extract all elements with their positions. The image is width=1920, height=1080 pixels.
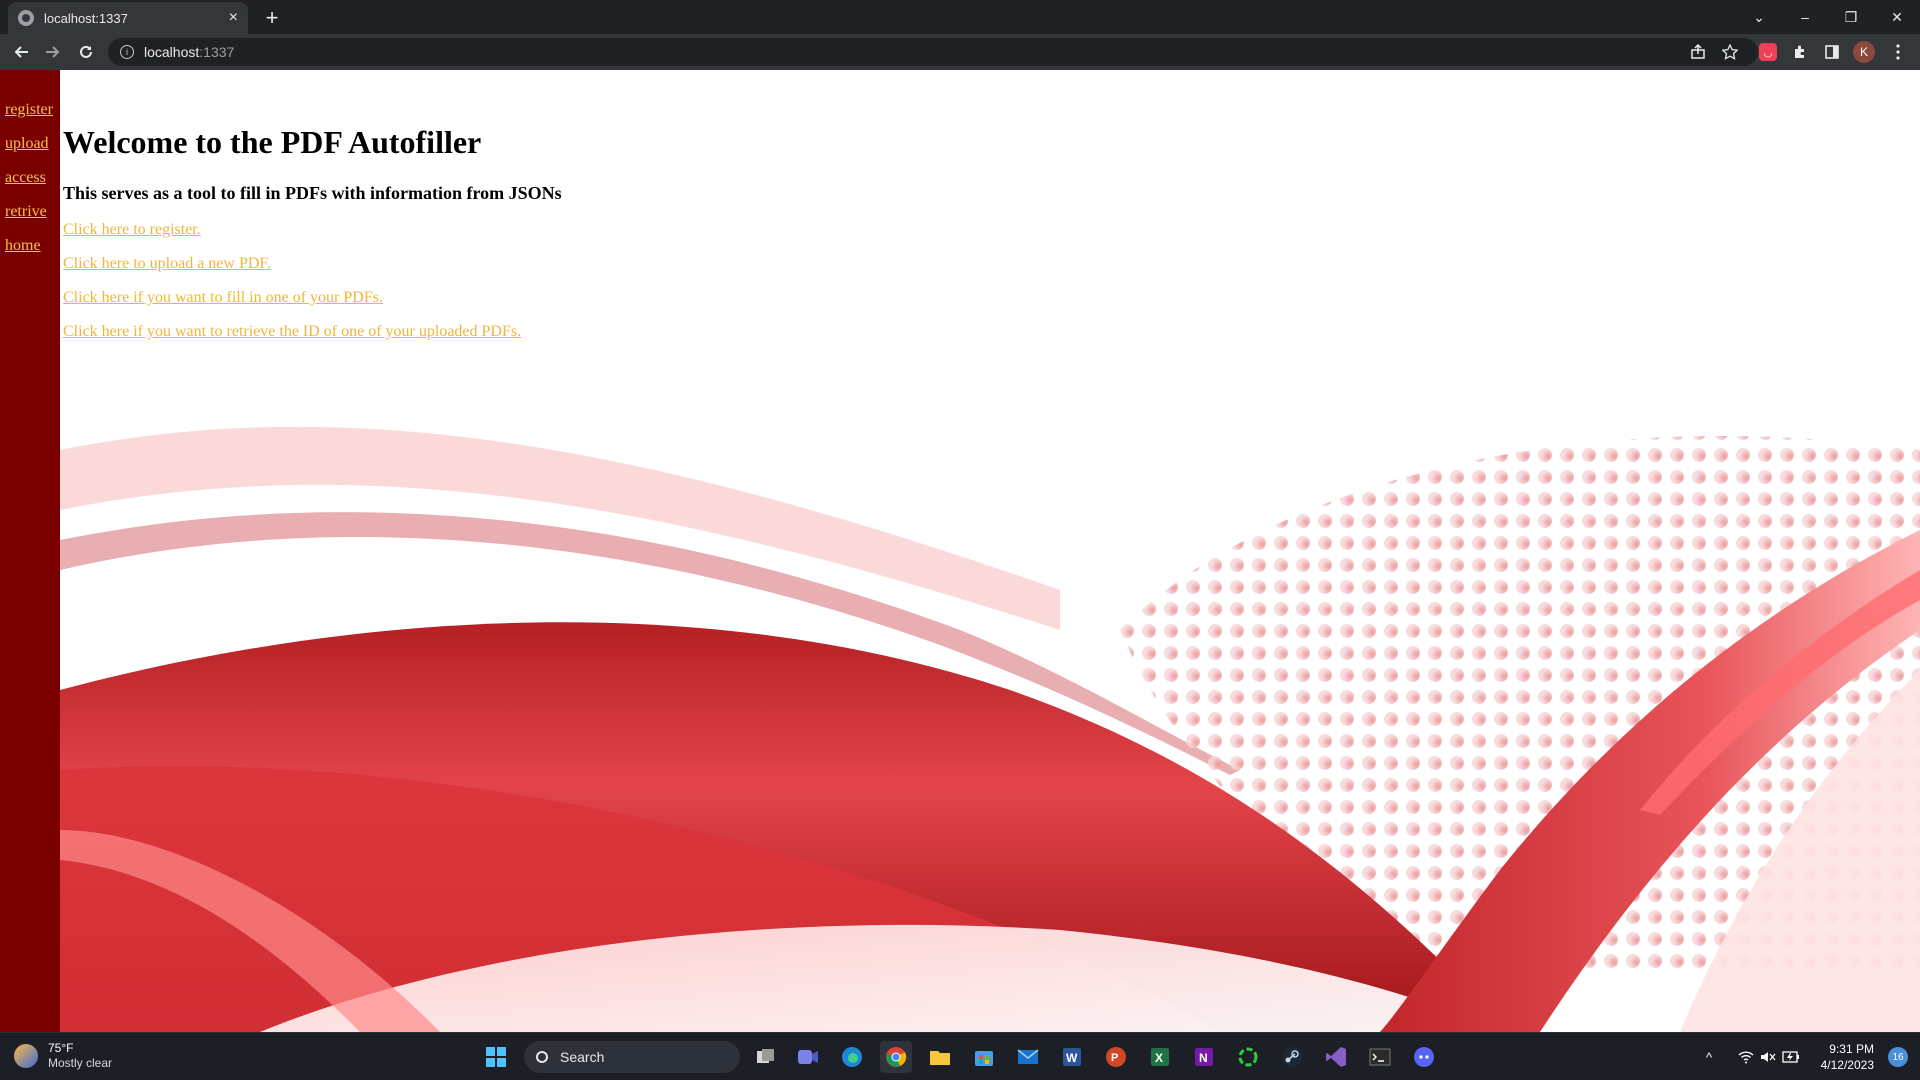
excel-icon[interactable]: X bbox=[1144, 1041, 1176, 1073]
back-button[interactable] bbox=[8, 38, 36, 66]
teams-icon[interactable] bbox=[792, 1041, 824, 1073]
restore-button[interactable]: ❐ bbox=[1828, 0, 1874, 34]
fill-pdf-link[interactable]: Click here if you want to fill in one of… bbox=[63, 288, 562, 322]
address-host: localhost bbox=[144, 44, 200, 60]
volume-muted-icon[interactable] bbox=[1760, 1033, 1776, 1080]
xbox-app-icon[interactable] bbox=[1232, 1041, 1264, 1073]
powerpoint-icon[interactable]: P bbox=[1100, 1041, 1132, 1073]
upload-link[interactable]: Click here to upload a new PDF. bbox=[63, 254, 562, 288]
info-icon[interactable]: i bbox=[120, 45, 134, 59]
battery-icon[interactable] bbox=[1782, 1033, 1800, 1080]
visual-studio-icon[interactable] bbox=[1320, 1041, 1352, 1073]
taskbar: 75°F Mostly clear Search W P X N ^ 9:31 … bbox=[0, 1032, 1920, 1080]
close-tab-icon[interactable]: × bbox=[229, 9, 238, 27]
new-tab-button[interactable]: + bbox=[258, 4, 286, 32]
chrome-icon[interactable] bbox=[880, 1041, 912, 1073]
link-list: Click here to register. Click here to up… bbox=[63, 220, 562, 356]
address-bar[interactable]: i localhost :1337 bbox=[108, 38, 1758, 66]
forward-button[interactable] bbox=[38, 38, 66, 66]
sidebar-link-access[interactable]: access bbox=[0, 168, 60, 202]
close-window-button[interactable]: ✕ bbox=[1874, 0, 1920, 34]
tab-strip: localhost:1337 × + ⌄ – ❐ ✕ bbox=[0, 0, 1920, 34]
clock-time: 9:31 PM bbox=[1829, 1042, 1874, 1056]
browser-toolbar: i localhost :1337 ◡ K bbox=[0, 34, 1920, 70]
word-icon[interactable]: W bbox=[1056, 1041, 1088, 1073]
system-clock[interactable]: 9:31 PM 4/12/2023 bbox=[1821, 1041, 1874, 1073]
main-content: Welcome to the PDF Autofiller This serve… bbox=[63, 70, 562, 356]
sidebar-nav: register upload access retrive home bbox=[0, 70, 60, 1032]
tab-search-icon[interactable]: ⌄ bbox=[1736, 0, 1782, 34]
extensions-puzzle-icon[interactable] bbox=[1788, 40, 1812, 64]
taskbar-search[interactable]: Search bbox=[524, 1041, 740, 1073]
retrieve-id-link[interactable]: Click here if you want to retrieve the I… bbox=[63, 322, 562, 356]
page-title: Welcome to the PDF Autofiller bbox=[63, 124, 482, 160]
sidebar-link-upload[interactable]: upload bbox=[0, 134, 60, 168]
page-viewport: register upload access retrive home Welc… bbox=[0, 70, 1920, 1032]
search-icon bbox=[536, 1051, 548, 1063]
wifi-icon[interactable] bbox=[1738, 1033, 1754, 1080]
mail-icon[interactable] bbox=[1012, 1041, 1044, 1073]
notification-badge[interactable]: 16 bbox=[1888, 1047, 1908, 1067]
onenote-icon[interactable]: N bbox=[1188, 1041, 1220, 1073]
svg-text:P: P bbox=[1111, 1052, 1118, 1064]
share-icon[interactable] bbox=[1686, 40, 1710, 64]
task-view-icon[interactable] bbox=[750, 1041, 782, 1073]
weather-desc: Mostly clear bbox=[48, 1056, 113, 1070]
svg-text:W: W bbox=[1066, 1051, 1078, 1065]
file-explorer-icon[interactable] bbox=[924, 1041, 956, 1073]
svg-text:X: X bbox=[1155, 1051, 1163, 1065]
register-link[interactable]: Click here to register. bbox=[63, 220, 562, 254]
browser-tab[interactable]: localhost:1337 × bbox=[8, 2, 248, 34]
address-port: :1337 bbox=[199, 44, 235, 60]
discord-icon[interactable] bbox=[1408, 1041, 1440, 1073]
svg-text:N: N bbox=[1199, 1051, 1208, 1065]
weather-temp: 75°F bbox=[48, 1041, 74, 1055]
globe-icon bbox=[18, 10, 34, 26]
side-panel-icon[interactable] bbox=[1820, 40, 1844, 64]
browser-menu-icon[interactable] bbox=[1886, 40, 1910, 64]
weather-widget[interactable]: 75°F Mostly clear bbox=[14, 1041, 112, 1071]
clock-date: 4/12/2023 bbox=[1820, 1058, 1874, 1072]
terminal-icon[interactable] bbox=[1364, 1041, 1396, 1073]
reload-button[interactable] bbox=[72, 38, 100, 66]
sidebar-link-retrive[interactable]: retrive bbox=[0, 202, 60, 236]
page-subtitle: This serves as a tool to fill in PDFs wi… bbox=[63, 183, 562, 203]
search-label: Search bbox=[560, 1049, 605, 1065]
tab-title: localhost:1337 bbox=[44, 10, 128, 26]
bookmark-star-icon[interactable] bbox=[1718, 40, 1742, 64]
windows-start-icon[interactable] bbox=[480, 1041, 512, 1073]
edge-icon[interactable] bbox=[836, 1041, 868, 1073]
profile-avatar[interactable]: K bbox=[1852, 40, 1876, 64]
pocket-extension-icon[interactable]: ◡ bbox=[1756, 40, 1780, 64]
steam-icon[interactable] bbox=[1276, 1041, 1308, 1073]
sidebar-link-register[interactable]: register bbox=[0, 100, 60, 134]
show-hidden-icons-chevron[interactable]: ^ bbox=[1706, 1033, 1712, 1080]
microsoft-store-icon[interactable] bbox=[968, 1041, 1000, 1073]
sidebar-link-home[interactable]: home bbox=[0, 236, 60, 270]
minimize-button[interactable]: – bbox=[1782, 0, 1828, 34]
weather-moon-icon bbox=[14, 1044, 38, 1068]
